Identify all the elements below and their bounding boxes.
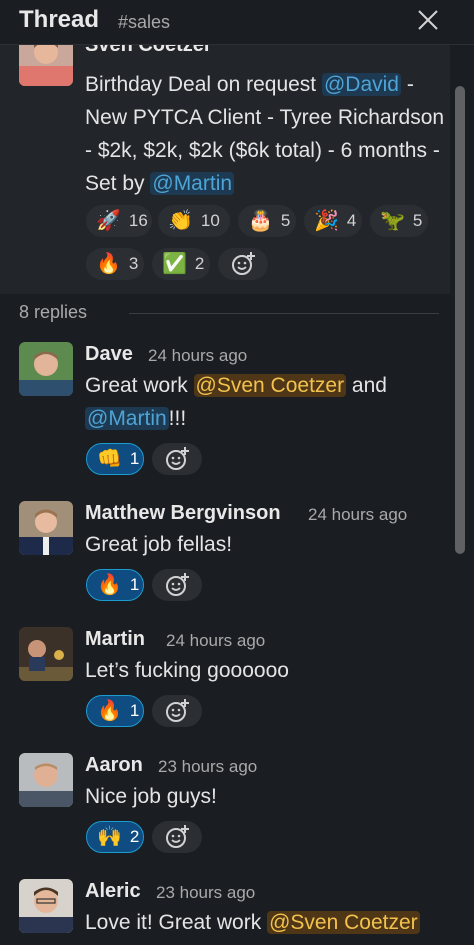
mention-david[interactable]: @David (321, 73, 401, 96)
channel-name[interactable]: #sales (118, 12, 170, 33)
reply-author[interactable]: Dave (85, 343, 133, 366)
reaction-clap[interactable]: 👏 10 (158, 205, 230, 237)
avatar-dave[interactable] (19, 342, 73, 396)
reply-author[interactable]: Aleric (85, 880, 141, 903)
add-reaction-button[interactable] (152, 695, 202, 727)
scrollbar-thumb[interactable] (455, 86, 465, 554)
avatar-matthew[interactable] (19, 501, 73, 555)
reply-text: Nice job guys! (85, 785, 217, 808)
reaction-check[interactable]: ✅ 2 (152, 248, 210, 280)
reaction-raised-hands[interactable]: 🙌 2 (86, 821, 144, 853)
parent-message: Sven Coetzer Birthday Deal on request @D… (0, 32, 450, 294)
reply-timestamp[interactable]: 24 hours ago (148, 346, 247, 366)
reply-author[interactable]: Matthew Bergvinson (85, 502, 281, 525)
reply-text: Great job fellas! (85, 533, 233, 556)
reply-text: Great work @Sven Coetzer and @Martin!!! (85, 374, 387, 430)
reaction-fire[interactable]: 🔥 1 (86, 695, 144, 727)
avatar-martin[interactable] (19, 627, 73, 681)
reply-author[interactable]: Martin (85, 628, 145, 651)
mention-martin[interactable]: @Martin (150, 172, 235, 195)
reply-timestamp[interactable]: 23 hours ago (156, 883, 255, 903)
reaction-party[interactable]: 🎉 4 (304, 205, 362, 237)
reaction-fire[interactable]: 🔥 1 (86, 569, 144, 601)
mention-sven[interactable]: @Sven Coetzer (193, 374, 347, 397)
replies-count: 8 replies (19, 302, 88, 322)
add-emoji-icon (166, 825, 189, 848)
add-reaction-button[interactable] (152, 443, 202, 475)
reply-timestamp[interactable]: 24 hours ago (166, 631, 265, 651)
divider-line (129, 313, 439, 314)
add-emoji-icon (166, 447, 189, 470)
add-reaction-button[interactable] (152, 821, 202, 853)
reply-timestamp[interactable]: 23 hours ago (158, 757, 257, 777)
thread-title: Thread (19, 6, 100, 33)
mention-sven[interactable]: @Sven Coetzer (267, 911, 420, 934)
add-reaction-button[interactable] (218, 248, 268, 280)
thread-header: Thread #sales (0, 0, 474, 45)
reaction-fire[interactable]: 🔥 3 (86, 248, 144, 280)
mention-martin[interactable]: @Martin (85, 407, 169, 430)
add-emoji-icon (166, 573, 189, 596)
reply-timestamp[interactable]: 24 hours ago (308, 505, 407, 525)
reply-author[interactable]: Aaron (85, 754, 143, 777)
avatar-aaron[interactable] (19, 753, 73, 807)
reaction-cake[interactable]: 🎂 5 (238, 205, 296, 237)
add-emoji-icon (166, 699, 189, 722)
replies-divider: 8 replies (19, 302, 439, 326)
avatar-aleric[interactable] (19, 879, 73, 933)
add-emoji-icon (232, 252, 255, 275)
close-icon[interactable] (414, 6, 442, 34)
reaction-fist[interactable]: 👊 1 (86, 443, 144, 475)
reply-text: Love it! Great work @Sven Coetzer (85, 911, 420, 934)
reaction-rocket[interactable]: 🚀 16 (86, 205, 152, 237)
reaction-trex[interactable]: 🦖 5 (370, 205, 428, 237)
add-reaction-button[interactable] (152, 569, 202, 601)
reply-text: Let’s fucking goooooo (85, 659, 289, 682)
parent-message-text: Birthday Deal on request @David - New PY… (85, 73, 445, 195)
